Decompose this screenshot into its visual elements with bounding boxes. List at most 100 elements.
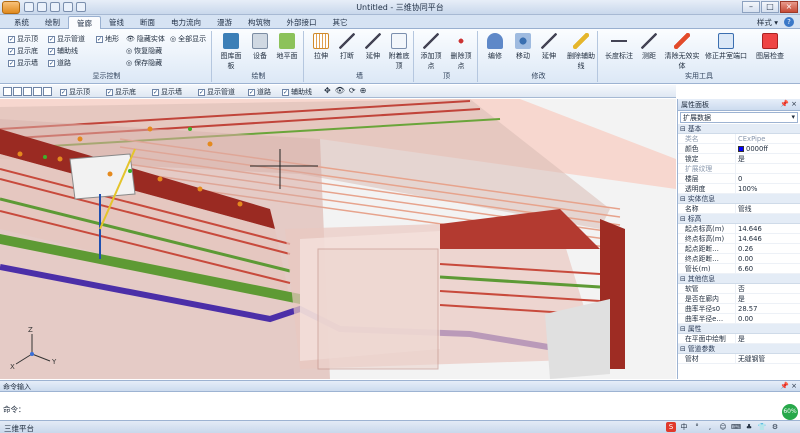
- property-value[interactable]: 0.00: [736, 314, 800, 323]
- property-value[interactable]: 14.646: [736, 224, 800, 233]
- maximize-button[interactable]: □: [761, 1, 779, 13]
- property-value[interactable]: 0000ff: [736, 144, 800, 153]
- property-value[interactable]: 是: [736, 154, 800, 163]
- property-value[interactable]: CExPipe: [736, 134, 800, 143]
- tray-icon[interactable]: ☺: [718, 422, 728, 432]
- property-row[interactable]: 曲率半径e… 0.00: [678, 314, 800, 324]
- move-button[interactable]: 移动: [510, 33, 536, 61]
- tab-7[interactable]: 构筑物: [240, 16, 279, 29]
- property-row[interactable]: 在平面中绘制是: [678, 334, 800, 344]
- tray-icon[interactable]: ♣: [744, 422, 754, 432]
- view-mode-icon[interactable]: [3, 87, 12, 96]
- ground-plane-button[interactable]: 地平面: [274, 33, 300, 61]
- delete-vertex-button[interactable]: 删除顶点: [448, 33, 474, 71]
- tab-1[interactable]: 绘制: [37, 16, 68, 29]
- break-button[interactable]: 打断: [334, 33, 360, 61]
- property-row[interactable]: 是否在廊内是: [678, 294, 800, 304]
- tab-6[interactable]: 漫游: [209, 16, 240, 29]
- property-row[interactable]: 起点距断… 0.26: [678, 244, 800, 254]
- property-row[interactable]: 软管否: [678, 284, 800, 294]
- minimize-button[interactable]: –: [742, 1, 760, 13]
- extend-wall-button[interactable]: 延伸: [360, 33, 386, 61]
- property-row[interactable]: 终点距断… 0.00: [678, 254, 800, 264]
- property-value[interactable]: 14.646: [736, 234, 800, 243]
- property-row[interactable]: 名称 管线: [678, 204, 800, 214]
- 3d-viewport[interactable]: Z Y X: [0, 99, 676, 379]
- tray-icon[interactable]: ⌨: [731, 422, 741, 432]
- zoom-icon[interactable]: ⊕: [360, 86, 367, 95]
- check-road[interactable]: ✓ 道路: [48, 58, 71, 68]
- view-check-bottom[interactable]: ✓ 显示底: [106, 87, 136, 97]
- property-value[interactable]: [736, 164, 800, 173]
- check-show-pipe[interactable]: ✓ 显示管道: [48, 34, 85, 44]
- view-check-wall[interactable]: ✓ 显示墙: [152, 87, 182, 97]
- help-icon[interactable]: ?: [784, 17, 794, 27]
- property-value[interactable]: 0.26: [736, 244, 800, 253]
- tray-icon[interactable]: ,: [705, 422, 715, 432]
- view-mode-icon[interactable]: [43, 87, 52, 96]
- property-row[interactable]: 楼层 0: [678, 174, 800, 184]
- style-menu[interactable]: 样式 ▾: [757, 17, 778, 28]
- property-value[interactable]: 0.00: [736, 254, 800, 263]
- panel-pin-close-icon[interactable]: 📌 ×: [780, 382, 797, 390]
- measure-distance-button[interactable]: 测距: [636, 33, 662, 61]
- library-panel-button[interactable]: 图库面板: [218, 33, 244, 71]
- property-category[interactable]: ⊟ 属性: [678, 324, 800, 334]
- tab-3[interactable]: 管线: [101, 16, 132, 29]
- property-row[interactable]: 类名 CExPipe: [678, 134, 800, 144]
- layer-check-button[interactable]: 图层检查: [752, 33, 788, 61]
- property-row[interactable]: 管材 无缝钢管: [678, 354, 800, 364]
- floating-widget[interactable]: 60%: [782, 404, 798, 420]
- property-row[interactable]: 终点标高(m) 14.646: [678, 234, 800, 244]
- property-value[interactable]: 无缝钢管: [736, 354, 800, 363]
- check-terrain[interactable]: ✓ 地形: [96, 34, 119, 44]
- tab-9[interactable]: 其它: [325, 16, 356, 29]
- extrude-button[interactable]: 拉伸: [308, 33, 334, 61]
- device-button[interactable]: 设备: [247, 33, 273, 61]
- property-row[interactable]: 锁定是: [678, 154, 800, 164]
- check-show-wall[interactable]: ✓ 显示墙: [8, 58, 38, 68]
- view-check-top[interactable]: ✓ 显示顶: [60, 87, 90, 97]
- tray-icon[interactable]: 👕: [757, 422, 767, 432]
- tray-icon[interactable]: °: [692, 422, 702, 432]
- eye-icon[interactable]: 👁: [335, 86, 345, 95]
- property-row[interactable]: 曲率半径s0 28.57: [678, 304, 800, 314]
- view-mode-icon[interactable]: [13, 87, 22, 96]
- tab-8[interactable]: 外部接口: [279, 16, 325, 29]
- property-value[interactable]: 0: [736, 174, 800, 183]
- check-aux-line[interactable]: ✓ 辅助线: [48, 46, 78, 56]
- property-category[interactable]: ⊟ 其他信息: [678, 274, 800, 284]
- check-show-bottom[interactable]: ✓ 显示底: [8, 46, 38, 56]
- property-value[interactable]: 28.57: [736, 304, 800, 313]
- property-row[interactable]: 管长(m) 6.60: [678, 264, 800, 274]
- view-check-road[interactable]: ✓ 道路: [248, 87, 271, 97]
- view-check-aux[interactable]: ✓ 辅助线: [282, 87, 312, 97]
- delete-aux-line-button[interactable]: 删除辅助线: [564, 33, 598, 71]
- attach-top-bottom-button[interactable]: 附着底顶: [386, 33, 412, 71]
- tab-4[interactable]: 断面: [132, 16, 163, 29]
- property-value[interactable]: 是: [736, 334, 800, 343]
- refresh-icon[interactable]: ⟳: [349, 86, 356, 95]
- view-check-pipe[interactable]: ✓ 显示管道: [198, 87, 235, 97]
- view-mode-icon[interactable]: [23, 87, 32, 96]
- selected-equipment-box[interactable]: [69, 153, 136, 200]
- hide-entity-button[interactable]: 👁 隐藏实体: [126, 34, 165, 44]
- property-category-select[interactable]: 扩展数据 ▾: [680, 112, 798, 123]
- command-prompt[interactable]: 命令：: [3, 404, 26, 415]
- close-button[interactable]: ×: [780, 1, 798, 13]
- panel-pin-close-icon[interactable]: 📌 ×: [780, 100, 797, 109]
- tab-2[interactable]: 管廊: [68, 16, 101, 29]
- view-mode-icon[interactable]: [33, 87, 42, 96]
- clear-invalid-button[interactable]: 清除无效实体: [662, 33, 702, 71]
- property-value[interactable]: 100%: [736, 184, 800, 193]
- edit-button[interactable]: 编修: [482, 33, 508, 61]
- fix-well-port-button[interactable]: 修正井室端口: [704, 33, 748, 61]
- property-value[interactable]: 否: [736, 284, 800, 293]
- save-hidden-button[interactable]: ◎ 保存隐藏: [126, 58, 162, 68]
- pan-icon[interactable]: ✥: [324, 86, 331, 95]
- tab-0[interactable]: 系统: [6, 16, 37, 29]
- tray-icon[interactable]: 中: [679, 422, 689, 432]
- property-row[interactable]: 扩展纹理: [678, 164, 800, 174]
- property-category[interactable]: ⊟ 实体信息: [678, 194, 800, 204]
- property-value[interactable]: 是: [736, 294, 800, 303]
